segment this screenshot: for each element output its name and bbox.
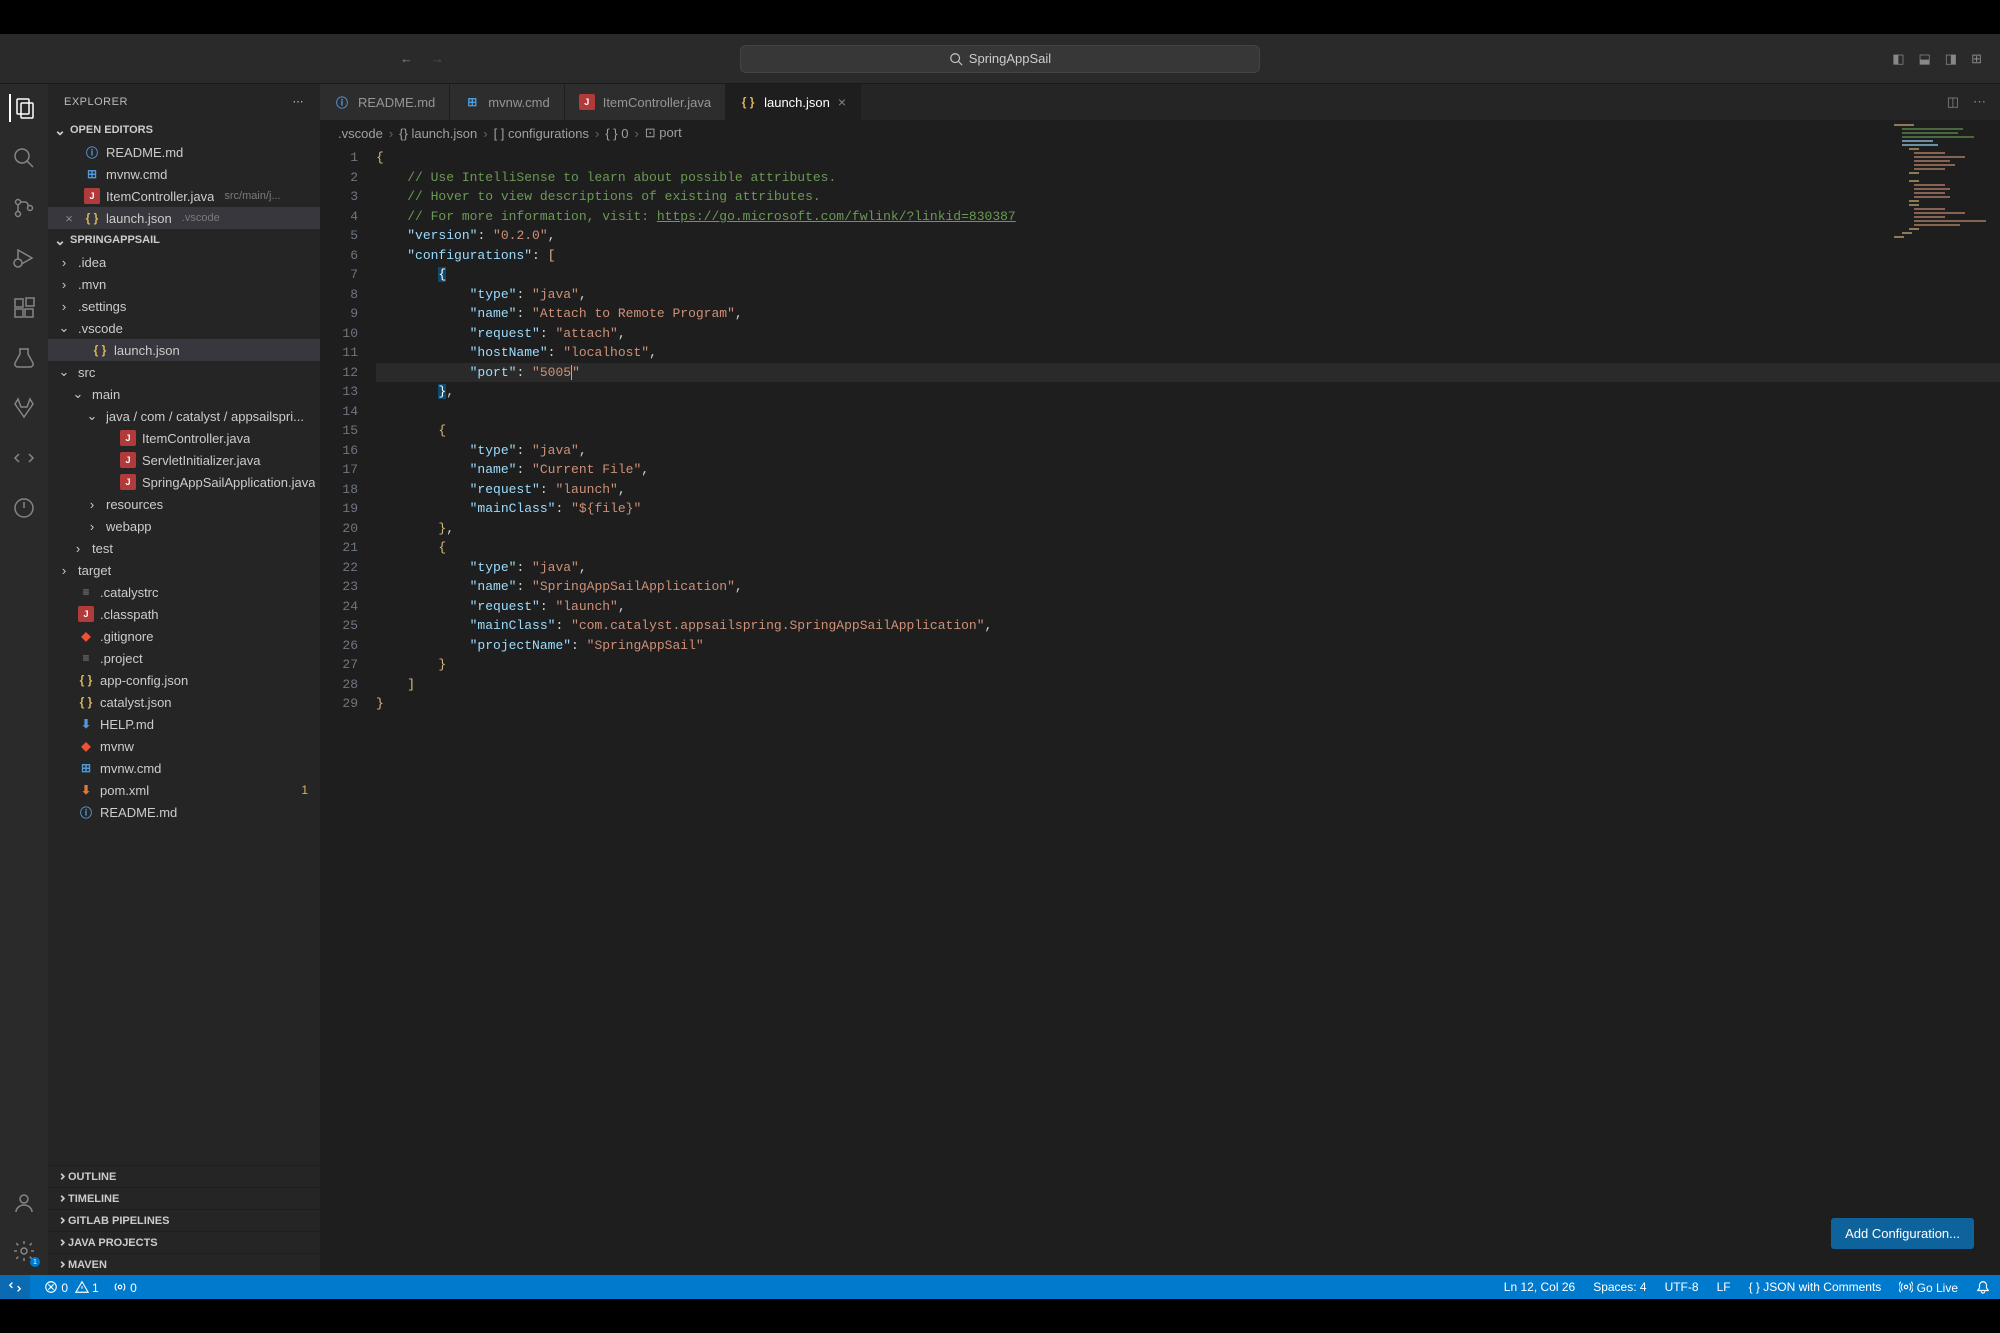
editor-body[interactable]: 1234567891011121314151617181920212223242…: [320, 146, 2000, 1275]
run-debug-icon[interactable]: [10, 244, 38, 272]
sidebar: EXPLORER ⋯ ⌄ OPEN EDITORS ⓘREADME.md⊞mvn…: [48, 84, 320, 1275]
split-editor-icon[interactable]: ◫: [1947, 94, 1959, 110]
more-actions-icon[interactable]: ⋯: [1973, 94, 1986, 110]
editor-tab[interactable]: ⊞mvnw.cmd: [450, 84, 564, 120]
editor-tab[interactable]: ⓘREADME.md: [320, 84, 450, 120]
file-item[interactable]: ≡.catalystrc: [48, 581, 320, 603]
settings-gear-icon[interactable]: 1: [10, 1237, 38, 1265]
toggle-panel-right-icon[interactable]: ◨: [1945, 51, 1957, 67]
minimap[interactable]: [1890, 120, 2000, 240]
file-item[interactable]: ◆mvnw: [48, 735, 320, 757]
nav-back-icon[interactable]: ←: [400, 51, 413, 66]
chevron-down-icon: ⌄: [52, 232, 68, 249]
accounts-icon[interactable]: [10, 1189, 38, 1217]
extensions-icon[interactable]: [10, 294, 38, 322]
ports-status[interactable]: 0: [113, 1280, 137, 1295]
folder-item[interactable]: ›webapp: [48, 515, 320, 537]
toggle-panel-left-icon[interactable]: ◧: [1892, 51, 1904, 67]
statusbar: 0 1 0 Ln 12, Col 26 Spaces: 4 UTF-8 LF {…: [0, 1275, 2000, 1299]
open-editor-item[interactable]: JItemController.javasrc/main/j...: [48, 185, 320, 207]
panel-section-header[interactable]: ⌄MAVEN: [48, 1253, 320, 1275]
file-item[interactable]: J.classpath: [48, 603, 320, 625]
file-item[interactable]: { }launch.json: [48, 339, 320, 361]
breadcrumb-item[interactable]: [ ] configurations: [494, 126, 589, 141]
eol-status[interactable]: LF: [1717, 1280, 1731, 1294]
language-mode[interactable]: { } JSON with Comments: [1749, 1280, 1882, 1294]
panel-section-header[interactable]: ⌄TIMELINE: [48, 1187, 320, 1209]
remote-indicator[interactable]: [0, 1275, 30, 1299]
testing-icon[interactable]: [10, 344, 38, 372]
folder-item[interactable]: ⌄.vscode: [48, 317, 320, 339]
folder-item[interactable]: ›.settings: [48, 295, 320, 317]
breadcrumb-item[interactable]: {} launch.json: [399, 126, 477, 141]
file-item[interactable]: JServletInitializer.java: [48, 449, 320, 471]
open-editors-header[interactable]: ⌄ OPEN EDITORS: [48, 119, 320, 141]
folder-item[interactable]: ›.mvn: [48, 273, 320, 295]
remote-icon[interactable]: [10, 444, 38, 472]
explorer-icon[interactable]: [9, 94, 37, 122]
project-header[interactable]: ⌄ SPRINGAPPSAIL: [48, 229, 320, 251]
sidebar-title: EXPLORER: [64, 96, 128, 108]
breadcrumb[interactable]: .vscode›{} launch.json›[ ] configuration…: [320, 120, 2000, 146]
folder-item[interactable]: ›resources: [48, 493, 320, 515]
source-control-icon[interactable]: [10, 194, 38, 222]
tabs: ⓘREADME.md⊞mvnw.cmdJItemController.java{…: [320, 84, 2000, 120]
add-configuration-button[interactable]: Add Configuration...: [1831, 1218, 1974, 1249]
open-editor-item[interactable]: ⊞mvnw.cmd: [48, 163, 320, 185]
notifications-icon[interactable]: [1976, 1280, 1990, 1294]
search-icon: [949, 52, 963, 66]
folder-item[interactable]: ›test: [48, 537, 320, 559]
code-content[interactable]: { // Use IntelliSense to learn about pos…: [376, 146, 2000, 1275]
file-item[interactable]: ⬇pom.xml1: [48, 779, 320, 801]
file-item[interactable]: ⊞mvnw.cmd: [48, 757, 320, 779]
go-live-button[interactable]: Go Live: [1899, 1280, 1958, 1295]
folder-item[interactable]: ›.idea: [48, 251, 320, 273]
file-item[interactable]: { }catalyst.json: [48, 691, 320, 713]
nav-forward-icon[interactable]: →: [431, 51, 444, 66]
titlebar: ← → SpringAppSail ◧ ⬓ ◨ ⊞: [0, 34, 2000, 84]
file-item[interactable]: { }app-config.json: [48, 669, 320, 691]
editor-tab[interactable]: { }launch.json×: [726, 84, 861, 120]
sidebar-more-icon[interactable]: ⋯: [293, 95, 305, 108]
file-item[interactable]: ◆.gitignore: [48, 625, 320, 647]
breadcrumb-item[interactable]: ⊡ port: [645, 125, 682, 141]
file-item[interactable]: JSpringAppSailApplication.java: [48, 471, 320, 493]
close-tab-icon[interactable]: ×: [838, 94, 846, 110]
customize-layout-icon[interactable]: ⊞: [1971, 51, 1982, 67]
folder-item[interactable]: ⌄java / com / catalyst / appsailspri...: [48, 405, 320, 427]
gitlab-icon[interactable]: [10, 394, 38, 422]
panel-section-header[interactable]: ⌄GITLAB PIPELINES: [48, 1209, 320, 1231]
folder-item[interactable]: ⌄src: [48, 361, 320, 383]
open-editor-item[interactable]: ×{ }launch.json.vscode: [48, 207, 320, 229]
file-item[interactable]: ⓘREADME.md: [48, 801, 320, 823]
folder-item[interactable]: ›target: [48, 559, 320, 581]
panel-section-header[interactable]: ⌄OUTLINE: [48, 1165, 320, 1187]
file-item[interactable]: ⬇HELP.md: [48, 713, 320, 735]
search-nav-icon[interactable]: [10, 144, 38, 172]
panel-section-header[interactable]: ⌄JAVA PROJECTS: [48, 1231, 320, 1253]
cursor-position[interactable]: Ln 12, Col 26: [1504, 1280, 1575, 1294]
problems-status[interactable]: 0 1: [44, 1280, 99, 1295]
file-item[interactable]: JItemController.java: [48, 427, 320, 449]
power-icon[interactable]: [10, 494, 38, 522]
gutter: 1234567891011121314151617181920212223242…: [320, 146, 376, 1275]
encoding-status[interactable]: UTF-8: [1665, 1280, 1699, 1294]
open-editor-item[interactable]: ⓘREADME.md: [48, 141, 320, 163]
search-text: SpringAppSail: [969, 51, 1051, 66]
chevron-down-icon: ⌄: [52, 122, 68, 139]
command-center[interactable]: SpringAppSail: [740, 45, 1260, 73]
editor-area: ⓘREADME.md⊞mvnw.cmdJItemController.java{…: [320, 84, 2000, 1275]
activity-bar: 1: [0, 84, 48, 1275]
indentation-status[interactable]: Spaces: 4: [1593, 1280, 1646, 1294]
toggle-panel-bottom-icon[interactable]: ⬓: [1919, 51, 1931, 67]
breadcrumb-item[interactable]: { } 0: [605, 126, 628, 141]
file-item[interactable]: ≡.project: [48, 647, 320, 669]
folder-item[interactable]: ⌄main: [48, 383, 320, 405]
breadcrumb-item[interactable]: .vscode: [338, 126, 383, 141]
editor-tab[interactable]: JItemController.java: [565, 84, 726, 120]
